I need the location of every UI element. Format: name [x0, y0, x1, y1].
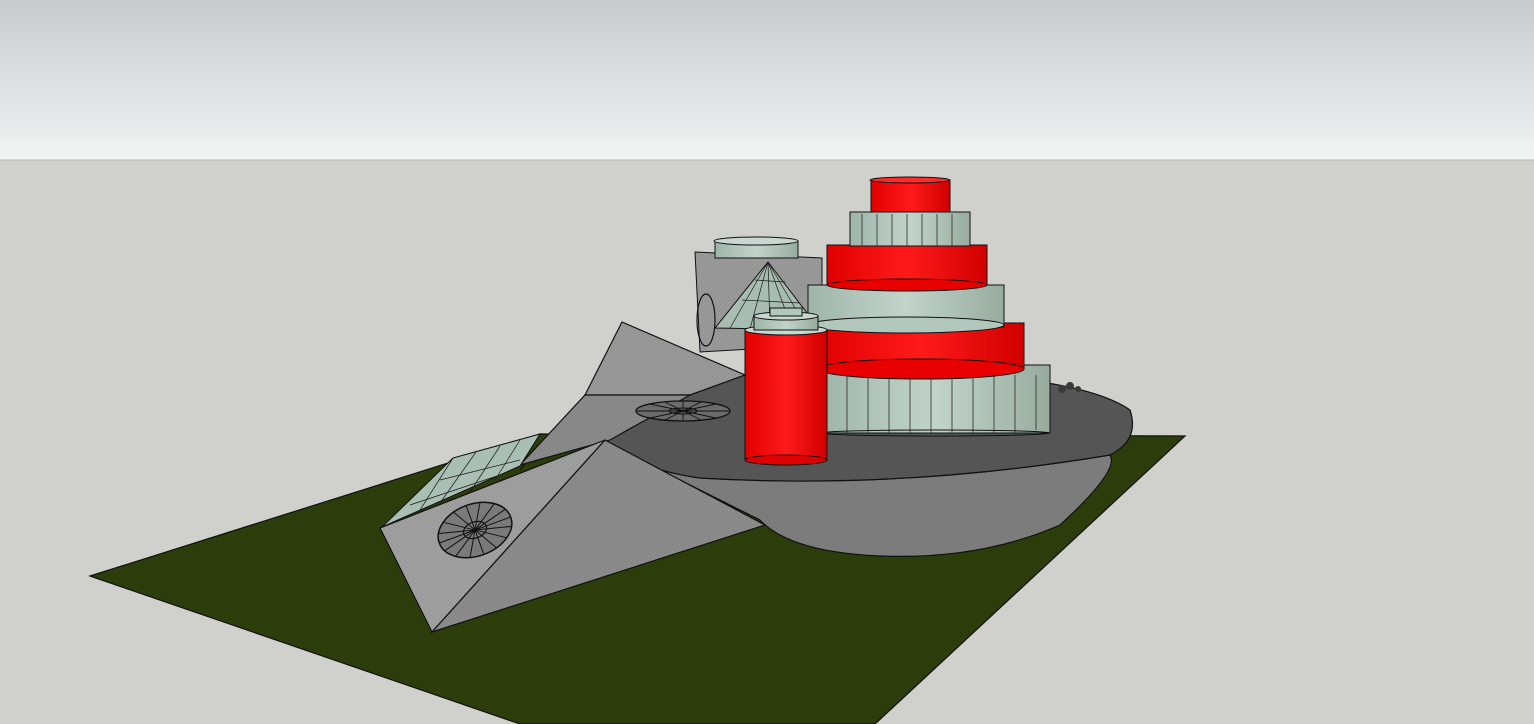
deck-rose-window-icon	[635, 400, 731, 422]
red-cylinder	[744, 329, 828, 461]
red-cylinder-knob	[769, 307, 803, 317]
tower-red-top	[870, 179, 951, 213]
3d-scene[interactable]	[0, 0, 1534, 724]
tower-glass-tier-2-bottom	[807, 316, 1005, 334]
tower-red-tier-1-bottom	[817, 358, 1025, 380]
sketchup-viewport[interactable]	[0, 0, 1534, 724]
red-cylinder-bottom	[744, 454, 828, 466]
tower-red-top-cap	[869, 176, 951, 184]
back-glass-drum-top	[713, 236, 799, 246]
sky	[0, 0, 1534, 160]
tower-red-tier-2-bottom	[826, 278, 988, 292]
